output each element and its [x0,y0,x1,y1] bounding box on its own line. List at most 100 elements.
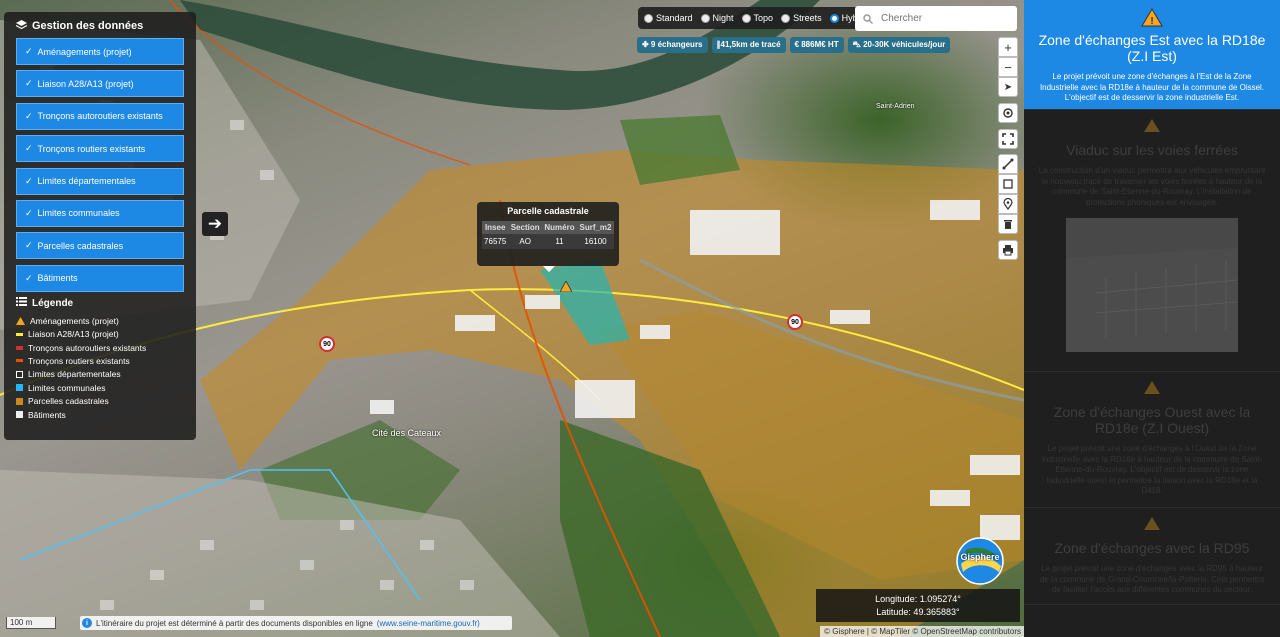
warning-icon [16,316,25,325]
banner-text: L'itinéraire du projet est déterminé à p… [96,618,373,628]
wall-photo-image [1066,218,1238,352]
sidebar-card-zi-est[interactable]: ! Zone d'échanges Est avec la RD18e (Z.I… [1024,0,1280,110]
warning-marker-icon[interactable] [560,281,572,292]
basemap-option-label: Streets [793,13,822,23]
latitude-value: Latitude: 49.365883° [876,607,960,617]
basemap-option-label: Night [712,13,734,23]
legend-item: Bâtiments [16,408,184,421]
project-stats: ✤ 9 échangeurs ∥41,5km de tracé € 886M€ … [637,37,951,53]
banner-link[interactable]: (www.seine-maritime.gouv.fr) [377,619,480,628]
basemap-option-streets[interactable]: Streets [781,13,822,23]
radio-selected-icon [829,13,839,23]
sidebar-card-zi-ouest[interactable]: Zone d'échanges Ouest avec la RD18e (Z.I… [1024,372,1280,508]
card-title: Zone d'échanges avec la RD95 [1054,540,1250,556]
minus-icon: − [1004,59,1012,75]
radio-icon [781,13,791,23]
card-title: Zone d'échanges Est avec la RD18e (Z.I E… [1038,32,1266,64]
layer-toggle-departementales[interactable]: ✓ Limites départementales [16,167,184,195]
basemap-selector: Standard Night Topo Streets Hybrid [638,7,874,29]
layer-toggle-label: Bâtiments [37,273,78,284]
zoom-out-button[interactable]: − [998,57,1018,77]
delete-drawing-button[interactable] [998,214,1018,234]
layer-toggle-liaison[interactable]: ✓ Liaison A28/A13 (projet) [16,70,184,98]
layers-icon [15,19,28,33]
card-text: Le projet prévoit une zone d'échanges à … [1041,444,1263,495]
legend-swatch [16,384,23,392]
basemap-option-night[interactable]: Night [700,13,734,23]
search-input[interactable] [881,13,1001,24]
card-text: Le projet prévoit une zone d'échanges à … [1039,72,1265,102]
project-sidebar[interactable]: ! Zone d'échanges Est avec la RD18e (Z.I… [1024,0,1280,637]
warning-icon [1144,381,1160,394]
gisphere-logo: Gisphere [951,536,1009,586]
check-icon: ✓ [25,175,33,186]
print-button[interactable] [998,240,1018,260]
draw-point-button[interactable] [998,194,1018,214]
check-icon: ✓ [25,46,33,56]
basemap-option-standard[interactable]: Standard [644,13,693,23]
warning-icon [1144,119,1160,132]
layer-toggle-parcelles[interactable]: ✓ Parcelles cadastrales [16,232,184,260]
sidebar-card-rd95[interactable]: Zone d'échanges avec la RD95 Le projet p… [1024,508,1280,605]
popup-tip [543,266,555,272]
radio-icon [700,13,710,23]
legend-swatch [16,345,23,350]
layers-panel: Gestion des données ✓ Aménagements (proje… [4,12,196,440]
printer-icon [1003,245,1013,256]
info-icon: i [82,618,92,628]
longitude-value: Longitude: 1.095274° [875,594,961,604]
map-attribution[interactable]: © Gisphere | © MapTiler © OpenStreetMap … [820,626,1024,637]
compass-icon: ➤ [1003,81,1013,93]
layer-toggle-label: Aménagements (projet) [37,46,132,57]
table-cell: 16100 [577,234,614,249]
layer-toggle-label: Limites départementales [37,176,136,187]
legend-label: Tronçons routiers existants [28,355,130,366]
map-pin-icon [1003,198,1013,210]
fullscreen-icon [1002,133,1014,145]
crosshair-icon [1003,108,1013,118]
table-header: Numéro [541,221,577,234]
sidebar-card-viaduc[interactable]: Viaduc sur les voies ferrées La construc… [1024,110,1280,372]
check-icon: ✓ [25,110,33,121]
legend-swatch [16,411,23,419]
compass-button[interactable]: ➤ [998,77,1018,97]
map-place-label: Saint-Adrien [876,103,915,110]
basemap-option-topo[interactable]: Topo [741,13,773,23]
radio-icon [644,13,653,23]
layer-toggle-communales[interactable]: ✓ Limites communales [16,199,184,227]
layer-toggle-label: Tronçons routiers existants [37,143,146,154]
layer-toggle-batiments[interactable]: ✓ Bâtiments [16,264,184,292]
stat-badge-echangeurs: ✤ 9 échangeurs [637,37,708,53]
radio-icon [741,13,751,23]
legend-label: Liaison A28/A13 (projet) [28,329,119,340]
draw-polygon-button[interactable] [998,174,1018,194]
legend-swatch [16,397,23,405]
zoom-in-button[interactable]: + [998,37,1018,57]
check-icon: ✓ [25,78,33,89]
coordinates-display: Longitude: 1.095274° Latitude: 49.365883… [816,589,1020,622]
geolocate-button[interactable] [998,103,1018,123]
check-icon: ✓ [25,207,33,218]
table-header: Surf_m2 [577,221,614,234]
arrow-right-icon: ➔ [207,214,223,233]
list-icon [16,297,27,309]
legend-item: Limites communales [16,381,184,394]
warning-icon: ! [1141,8,1163,27]
layer-toggle-label: Limites communales [37,208,120,219]
legend-label: Limites départementales [28,369,121,380]
layer-toggle-amenagements[interactable]: ✓ Aménagements (projet) [16,38,184,65]
layer-toggle-autoroutiers[interactable]: ✓ Tronçons autoroutiers existants [16,102,184,130]
table-cell: 11 [541,234,577,249]
fullscreen-button[interactable] [998,129,1018,149]
draw-line-button[interactable] [998,154,1018,174]
map-view[interactable]: 90 90 Cité des Cateaux Saint-Adrien Gest… [0,0,1024,637]
layer-toggle-routiers[interactable]: ✓ Tronçons routiers existants [16,135,184,163]
check-icon: ✓ [25,240,33,251]
card-text: Le projet prévoit une zone d'échanges av… [1039,564,1265,594]
parcel-popup: Parcelle cadastrale Insee Section Numéro… [477,202,619,272]
plus-icon: + [1004,39,1012,55]
speed-limit-sign: 90 [319,336,335,352]
layers-panel-title: Gestion des données [32,20,144,32]
expand-panel-button[interactable]: ➔ [202,212,228,236]
legend-title: Légende [32,297,74,309]
